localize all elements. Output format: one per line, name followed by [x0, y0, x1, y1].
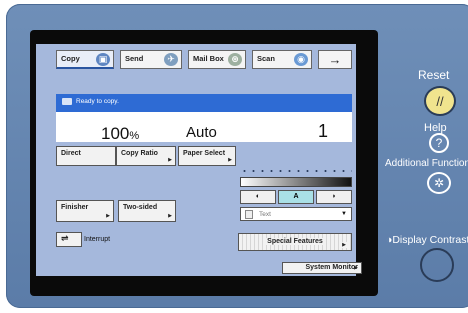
help-label: Help [424, 122, 447, 134]
ratio-number: 100 [101, 124, 130, 143]
copy-ratio-label: Copy Ratio [121, 150, 158, 157]
mailbox-icon: ⊛ [228, 53, 242, 66]
interrupt-button[interactable]: ⇌ [56, 232, 82, 247]
system-monitor-label: System Monitor [305, 264, 358, 271]
triangle-right-icon: ▶ [168, 157, 172, 163]
tab-copy-label: Copy [61, 54, 80, 63]
triangle-right-icon: ▶ [354, 265, 358, 271]
finisher-button[interactable]: Finisher ▶ [56, 200, 114, 222]
tab-scan-label: Scan [257, 54, 275, 63]
finisher-label: Finisher [61, 204, 89, 211]
reset-label: Reset [418, 68, 450, 82]
dark-density-icon: ◗ [331, 193, 337, 200]
additional-functions-label: Additional Functions [385, 158, 468, 169]
auto-density-label: A [293, 193, 299, 200]
tab-send-label: Send [125, 54, 144, 63]
tab-mailbox-label: Mail Box [193, 54, 224, 63]
chevron-down-icon: ▼ [341, 211, 347, 217]
status-bar: Ready to copy. [56, 94, 352, 112]
next-tab-arrow-button[interactable]: → [318, 50, 352, 69]
direct-button[interactable]: Direct [56, 146, 116, 166]
display-contrast-dial[interactable] [420, 248, 454, 282]
interrupt-label: Interrupt [84, 236, 111, 243]
tab-mailbox[interactable]: Mail Box ⊛ [188, 50, 246, 69]
help-button[interactable]: ? [429, 133, 449, 153]
tab-copy[interactable]: Copy ▣ [56, 50, 114, 69]
paper-select-button[interactable]: Paper Select ▶ [178, 146, 236, 166]
copy-ratio-value: 100% [101, 124, 139, 144]
reset-button[interactable]: // [424, 86, 456, 116]
two-sided-label: Two-sided [123, 204, 158, 211]
original-type-value: Text [259, 211, 271, 218]
copy-icon: ▣ [96, 53, 110, 66]
triangle-right-icon: ▶ [340, 242, 348, 248]
interrupt-icon: ⇌ [61, 233, 69, 243]
display-contrast-label: ◑Display Contrast [386, 234, 468, 246]
question-mark-icon: ? [435, 136, 443, 150]
ratio-unit: % [129, 130, 140, 142]
copy-ratio-button[interactable]: Copy Ratio ▶ [116, 146, 176, 166]
light-density-icon: ◐ [255, 193, 261, 200]
density-gradient-bar [240, 177, 352, 187]
special-features-label: Special Features [265, 238, 325, 245]
tab-send[interactable]: Send ✈ [120, 50, 182, 69]
paper-select-label: Paper Select [183, 150, 226, 157]
triangle-right-icon: ▶ [106, 213, 110, 219]
document-icon [245, 210, 253, 219]
paper-size-value: Auto [186, 124, 217, 141]
special-features-button[interactable]: Special Features ▶ [238, 233, 352, 251]
triangle-right-icon: ▶ [168, 213, 172, 219]
system-monitor-button[interactable]: System Monitor ▶ [282, 262, 362, 274]
copier-icon [62, 98, 72, 105]
direct-label: Direct [61, 150, 81, 157]
lighter-density-button[interactable]: ◐ [240, 190, 276, 204]
tab-scan[interactable]: Scan ◉ [252, 50, 312, 69]
density-scale-dots [240, 168, 352, 174]
triangle-right-icon: ▶ [228, 157, 232, 163]
copy-quantity: 1 [318, 121, 329, 141]
auto-density-button[interactable]: A [278, 190, 314, 204]
gear-icon: ✲ [433, 176, 445, 190]
status-message: Ready to copy. [76, 98, 119, 106]
original-type-select[interactable]: Text ▼ [240, 207, 352, 221]
additional-functions-button[interactable]: ✲ [427, 172, 451, 194]
darker-density-button[interactable]: ◗ [316, 190, 352, 204]
send-icon: ✈ [164, 53, 178, 66]
two-sided-button[interactable]: Two-sided ▶ [118, 200, 176, 222]
reset-icon: // [436, 94, 444, 109]
scan-icon: ◉ [294, 53, 308, 66]
right-arrow-icon: → [328, 52, 342, 67]
